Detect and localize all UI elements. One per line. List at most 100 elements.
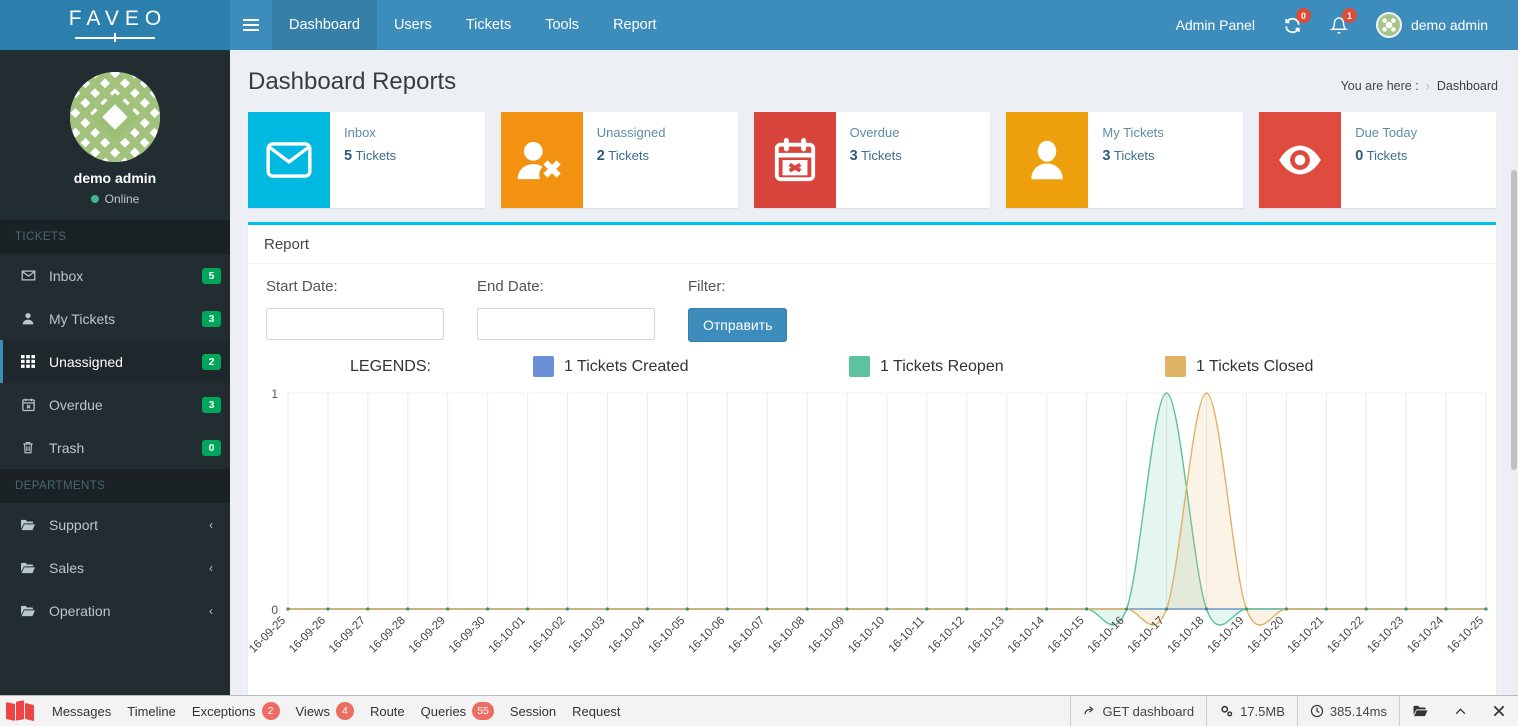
chart-legend: LEGENDS: 1 Tickets Created 1 Tickets Reo… [248, 342, 1496, 377]
chevron-up-icon [1453, 705, 1468, 718]
legend-swatch-icon [849, 356, 870, 377]
debugbar-badge: 4 [335, 702, 354, 720]
start-date-input[interactable] [266, 308, 444, 340]
breadcrumb-prefix: You are here : [1340, 79, 1419, 93]
nav-label: Report [613, 17, 657, 33]
svg-text:16-10-18: 16-10-18 [1166, 615, 1207, 656]
stat-card-overdue[interactable]: Overdue 3 Tickets [753, 112, 991, 208]
arrow-forward-icon [1083, 705, 1097, 718]
debugbar-label: Queries [420, 703, 467, 719]
svg-text:16-10-04: 16-10-04 [606, 614, 647, 655]
debugbar-tab-views[interactable]: Views 4 [288, 696, 362, 726]
folder-open-icon [16, 604, 40, 618]
user-icon [16, 311, 40, 326]
avatar [1375, 12, 1402, 38]
report-panel-title: Report [248, 225, 1496, 264]
sidebar-status-label: Online [104, 192, 140, 206]
sidebar-item-label: My Tickets [49, 310, 116, 327]
submit-button[interactable]: Отправить [688, 308, 788, 342]
sidebar-item-operation[interactable]: Operation ‹ [0, 589, 230, 632]
debugbar-tab-exceptions[interactable]: Exceptions 2 [184, 696, 288, 726]
sidebar-section-departments: DEPARTMENTS [0, 469, 230, 503]
sidebar-item-badge: 2 [202, 353, 221, 370]
sidebar-item-trash[interactable]: Trash 0 [0, 426, 230, 469]
chevron-left-icon: ‹ [209, 517, 213, 532]
chevron-left-icon: ‹ [209, 603, 213, 618]
nav-item-tickets[interactable]: Tickets [449, 0, 528, 50]
debugbar-collapse-button[interactable] [1441, 696, 1480, 726]
debugbar-memory[interactable]: 17.5MB [1206, 695, 1297, 726]
nav-item-tools[interactable]: Tools [528, 0, 596, 50]
sidebar-item-support[interactable]: Support ‹ [0, 503, 230, 546]
notifications-button[interactable]: 1 [1316, 0, 1362, 50]
legend-item-reopen[interactable]: 1 Tickets Reopen [849, 356, 1165, 377]
stat-card-unit: Tickets [1366, 148, 1408, 163]
svg-text:16-09-30: 16-09-30 [447, 615, 488, 656]
admin-panel-link[interactable]: Admin Panel [1162, 0, 1269, 50]
page-scrollbar-thumb[interactable] [1511, 170, 1517, 470]
svg-text:16-10-22: 16-10-22 [1325, 615, 1366, 656]
sidebar-item-unassigned[interactable]: Unassigned 2 [0, 340, 230, 383]
trash-icon [16, 440, 40, 455]
sidebar-user-name: demo admin [73, 170, 157, 186]
debugbar-tab-request[interactable]: Request [564, 696, 628, 726]
stat-card-unit: Tickets [1113, 148, 1155, 163]
stat-card-value: 5 Tickets [344, 148, 396, 164]
debugbar-close-button[interactable] [1480, 696, 1518, 726]
sidebar-item-label: Support [49, 516, 99, 533]
end-date-input[interactable] [477, 308, 655, 340]
sidebar-item-badge: 5 [202, 267, 221, 284]
debugbar-memory-label: 17.5MB [1240, 703, 1285, 719]
debugbar-items: Messages Timeline Exceptions 2 Views 4 R… [44, 696, 629, 726]
breadcrumb: You are here : › Dashboard [1341, 68, 1498, 93]
brand-logo[interactable]: FAVEO [0, 0, 230, 50]
sidebar-user-panel: demo admin Online [0, 50, 230, 220]
sidebar-item-my-tickets[interactable]: My Tickets 3 [0, 297, 230, 340]
sidebar-item-label: Sales [49, 559, 85, 576]
stat-card-my-tickets[interactable]: My Tickets 3 Tickets [1006, 112, 1244, 208]
debugbar-tab-session[interactable]: Session [502, 696, 564, 726]
debugbar-open-button[interactable] [1399, 695, 1441, 726]
legend-item-created[interactable]: 1 Tickets Created [533, 356, 849, 377]
svg-text:16-10-24: 16-10-24 [1405, 614, 1446, 655]
chart-area[interactable]: 0 1 16-09-25 16-09-26 16-09-27 16-09-28 16-09-… [248, 381, 1496, 671]
end-date-group: End Date: [477, 278, 688, 342]
stat-card-unassigned[interactable]: Unassigned 2 Tickets [500, 112, 738, 208]
nav-label: Tools [545, 17, 580, 33]
user-menu-label: demo admin [1410, 17, 1488, 33]
sidebar-item-badge: 0 [202, 439, 221, 456]
debugbar-tab-queries[interactable]: Queries 55 [413, 696, 502, 726]
stat-card-label: Inbox [344, 125, 376, 140]
chevron-right-icon: › [1425, 79, 1430, 93]
hamburger-icon[interactable] [230, 0, 272, 50]
debugbar-tab-route[interactable]: Route [362, 696, 413, 726]
sidebar-item-sales[interactable]: Sales ‹ [0, 546, 230, 589]
svg-text:16-10-12: 16-10-12 [926, 615, 967, 656]
stat-card-inbox[interactable]: Inbox 5 Tickets [248, 112, 485, 208]
page-scrollbar-track[interactable] [1510, 50, 1518, 695]
debugbar-tab-messages[interactable]: Messages [44, 696, 119, 726]
debugbar-tab-timeline[interactable]: Timeline [119, 696, 184, 726]
sidebar-item-overdue[interactable]: Overdue 3 [0, 383, 230, 426]
tickets-area-chart[interactable]: 0116-09-2516-09-2616-09-2716-09-2816-09-… [248, 381, 1496, 671]
legend-item-closed[interactable]: 1 Tickets Closed [1165, 356, 1313, 377]
sync-button[interactable]: 0 [1269, 0, 1316, 50]
app-root: FAVEO Dashboard Users Tickets Tools Repo… [0, 0, 1518, 726]
breadcrumb-current[interactable]: Dashboard [1437, 79, 1498, 93]
stat-card-body: Due Today 0 Tickets [1341, 112, 1417, 208]
report-filter-row: Start Date: End Date: Filter: Отправить [248, 264, 1496, 342]
envelope-icon [248, 112, 330, 208]
nav-item-users[interactable]: Users [377, 0, 449, 50]
stat-card-value: 3 Tickets [1102, 148, 1163, 164]
stat-card-due-today[interactable]: Due Today 0 Tickets [1259, 112, 1496, 208]
sidebar-item-label: Trash [49, 439, 85, 456]
laravel-debugbar-logo-icon[interactable] [6, 700, 36, 722]
nav-item-report[interactable]: Report [596, 0, 674, 50]
user-menu[interactable]: demo admin [1362, 0, 1502, 50]
svg-text:16-10-02: 16-10-02 [527, 615, 568, 656]
nav-item-dashboard[interactable]: Dashboard [272, 0, 377, 57]
debugbar-request-info[interactable]: GET dashboard [1069, 695, 1207, 726]
debugbar-time[interactable]: 385.14ms [1296, 695, 1399, 726]
sidebar-item-inbox[interactable]: Inbox 5 [0, 254, 230, 297]
sidebar-avatar[interactable] [70, 72, 160, 162]
